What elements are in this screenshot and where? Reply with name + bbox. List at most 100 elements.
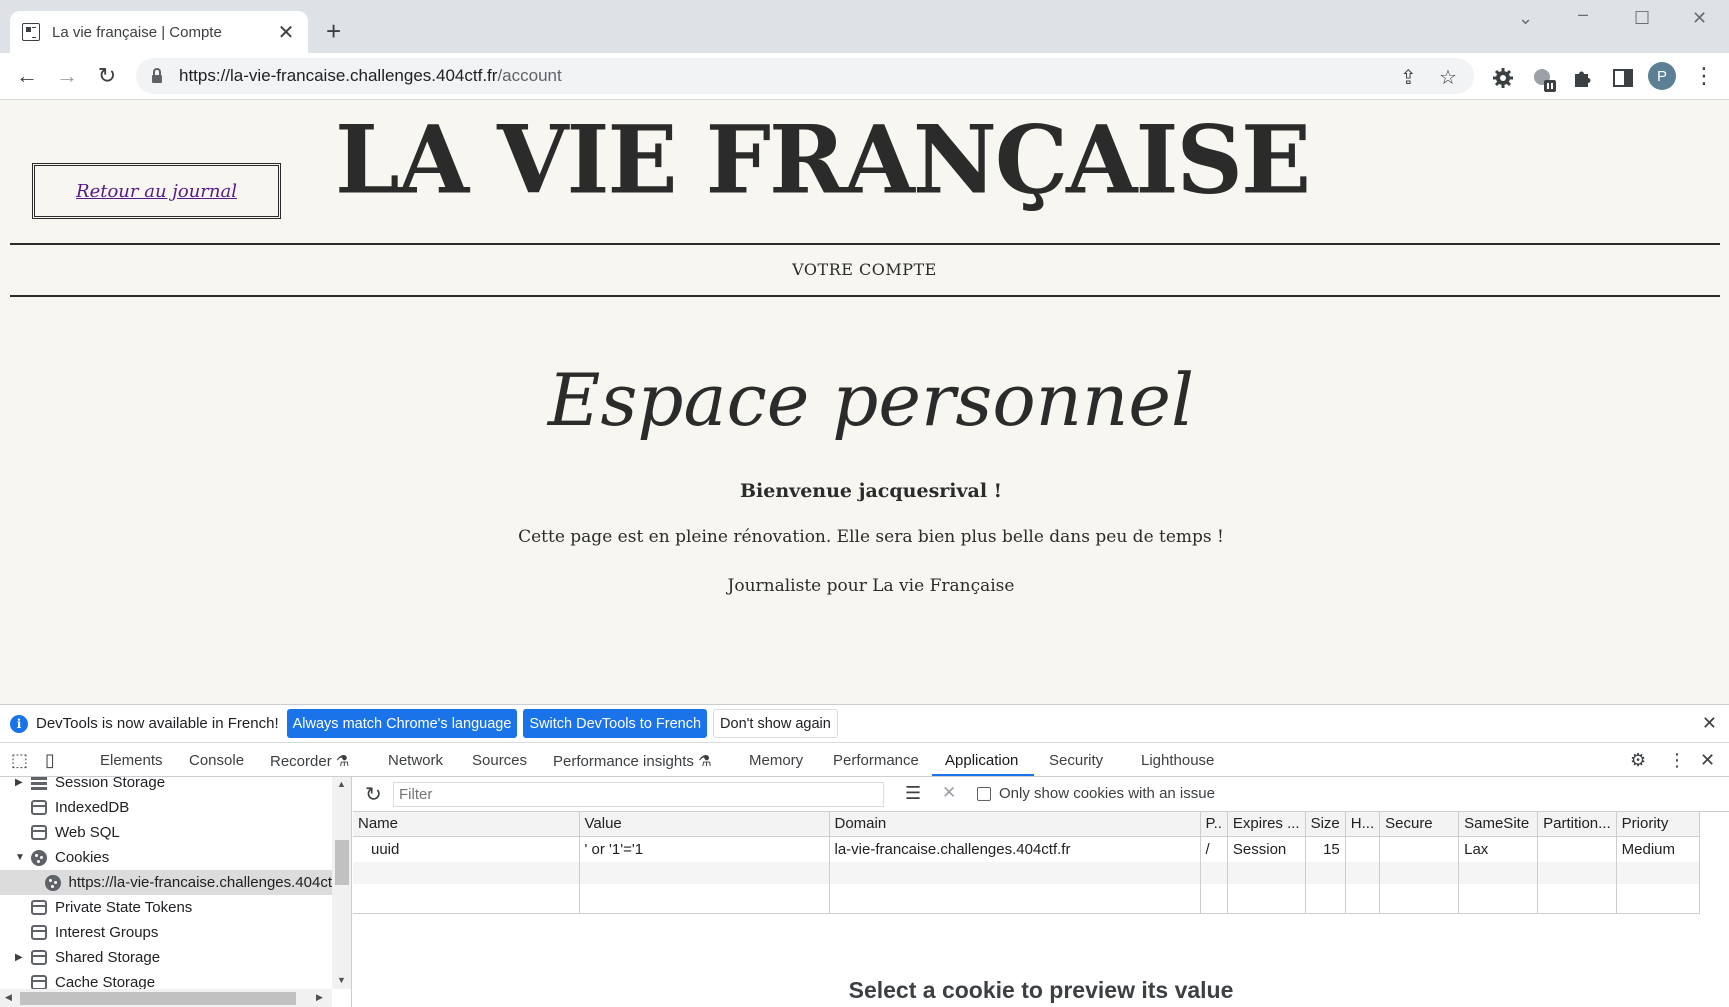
side-panel-icon[interactable] <box>1612 67 1634 89</box>
cell-priority[interactable]: Medium <box>1616 836 1700 862</box>
tab-application[interactable]: Application <box>945 752 1018 769</box>
address-bar[interactable]: https://la-vie-francaise.challenges.404c… <box>136 58 1474 94</box>
devtools-menu-icon[interactable]: ⋮ <box>1668 750 1686 771</box>
col-priority[interactable]: Priority <box>1616 812 1700 837</box>
dont-show-again-button[interactable]: Don't show again <box>713 709 838 738</box>
star-icon[interactable]: ☆ <box>1439 65 1457 90</box>
tab-sources[interactable]: Sources <box>472 752 527 769</box>
back-to-journal-box: Retour au journal <box>32 163 281 219</box>
clear-filtered-icon[interactable]: ☰ <box>905 783 921 804</box>
sidebar-item-private-state-tokens[interactable]: Private State Tokens <box>0 895 332 920</box>
always-match-language-button[interactable]: Always match Chrome's language <box>286 709 518 738</box>
cell-name[interactable]: uuid <box>353 836 580 862</box>
cell-domain[interactable]: la-vie-francaise.challenges.404ctf.fr <box>829 836 1201 862</box>
scroll-down-icon[interactable]: ▼ <box>337 975 346 985</box>
expand-caret-icon[interactable]: ▶ <box>15 952 27 963</box>
table-row[interactable]: uuid ' or '1'='1 la-vie-francaise.challe… <box>353 836 1700 862</box>
minimize-icon[interactable]: – <box>1578 4 1588 25</box>
tab-memory[interactable]: Memory <box>749 752 803 769</box>
forward-arrow-icon[interactable]: → <box>53 62 81 90</box>
refresh-icon[interactable]: ↻ <box>365 782 382 807</box>
tab-close-icon[interactable]: ✕ <box>276 20 296 45</box>
tab-recorder[interactable]: Recorder ⚗ <box>270 752 349 770</box>
new-tab-button[interactable]: + <box>326 18 341 44</box>
sidebar-item-cookie-origin[interactable]: https://la-vie-francaise.challenges.404c… <box>0 870 332 895</box>
scroll-left-icon[interactable]: ◀ <box>5 992 12 1003</box>
url-text: https://la-vie-francaise.challenges.404c… <box>179 66 562 85</box>
cookie-filter-input[interactable] <box>393 782 884 807</box>
newspaper-icon <box>22 23 40 41</box>
sidebar-item-web-sql[interactable]: Web SQL <box>0 820 332 845</box>
puzzle-icon[interactable] <box>1572 67 1594 89</box>
tab-performance[interactable]: Performance <box>833 752 919 769</box>
sidebar-item-session-storage[interactable]: ▶ Session Storage <box>0 777 332 795</box>
flask-icon: ⚗ <box>698 753 712 770</box>
info-icon: i <box>10 714 28 733</box>
database-icon <box>31 800 47 815</box>
col-expires[interactable]: Expires ... <box>1227 812 1306 837</box>
sidebar-item-indexeddb[interactable]: IndexedDB <box>0 795 332 820</box>
kebab-menu-icon[interactable]: ⋮ <box>1690 62 1718 90</box>
col-samesite[interactable]: SameSite <box>1458 812 1539 837</box>
col-partition[interactable]: Partition... <box>1537 812 1617 837</box>
col-path[interactable]: P.. <box>1200 812 1228 837</box>
scroll-up-icon[interactable]: ▲ <box>337 779 346 789</box>
cookie-icon <box>45 874 61 891</box>
reload-icon[interactable]: ↻ <box>93 62 121 90</box>
cell-samesite[interactable]: Lax <box>1458 836 1539 862</box>
col-size[interactable]: Size <box>1305 812 1346 837</box>
delete-selected-icon[interactable]: ✕ <box>942 783 956 803</box>
cell-value[interactable]: ' or '1'='1 <box>579 836 830 862</box>
inspect-element-icon[interactable]: ⬚ <box>11 750 28 771</box>
settings-gear-icon[interactable]: ⚙ <box>1630 750 1646 771</box>
devtools-tab-bar: ⬚ ▯ Elements Console Recorder ⚗ Network … <box>0 743 1729 777</box>
expand-caret-icon[interactable]: ▶ <box>15 777 27 788</box>
cell-expires[interactable]: Session <box>1227 836 1306 862</box>
window-close-icon[interactable]: ✕ <box>1692 8 1707 29</box>
device-toolbar-icon[interactable]: ▯ <box>45 750 55 771</box>
collapse-caret-icon[interactable]: ▼ <box>15 852 27 863</box>
col-name[interactable]: Name <box>353 812 580 837</box>
cell-secure[interactable] <box>1379 836 1460 862</box>
browser-tab[interactable]: La vie française | Compte ✕ <box>10 11 308 53</box>
col-domain[interactable]: Domain <box>829 812 1201 837</box>
tab-security[interactable]: Security <box>1049 752 1103 769</box>
back-to-journal-link[interactable]: Retour au journal <box>76 181 237 202</box>
cookie-preview-placeholder: Select a cookie to preview its value <box>848 977 1234 1003</box>
sidebar-item-interest-groups[interactable]: Interest Groups <box>0 920 332 945</box>
sidebar-item-shared-storage[interactable]: ▶ Shared Storage <box>0 945 332 970</box>
maximize-icon[interactable]: ☐ <box>1634 8 1650 29</box>
translate-extension-icon[interactable] <box>1532 67 1556 92</box>
switch-to-french-button[interactable]: Switch DevTools to French <box>523 709 708 738</box>
site-masthead: LA VIE FRANÇAISE <box>335 104 1311 216</box>
cell-httponly[interactable] <box>1345 836 1381 862</box>
share-icon[interactable]: ⇪ <box>1400 65 1417 90</box>
back-arrow-icon[interactable]: ← <box>13 62 41 90</box>
sidebar-horizontal-scrollbar[interactable]: ◀ ▶ <box>0 989 332 1007</box>
profile-avatar[interactable]: P <box>1648 62 1676 90</box>
tab-title: La vie française | Compte <box>52 23 222 41</box>
gear-extension-icon[interactable] <box>1492 67 1514 89</box>
tab-console[interactable]: Console <box>189 752 244 769</box>
tab-lighthouse[interactable]: Lighthouse <box>1141 752 1214 769</box>
cell-partition[interactable] <box>1537 836 1617 862</box>
tab-elements[interactable]: Elements <box>100 752 163 769</box>
storage-grid-icon <box>31 777 47 790</box>
col-value[interactable]: Value <box>579 812 830 837</box>
chevron-down-icon[interactable]: ⌄ <box>1518 8 1533 29</box>
scroll-right-icon[interactable]: ▶ <box>316 992 323 1003</box>
cell-size[interactable]: 15 <box>1305 836 1346 862</box>
cell-path[interactable]: / <box>1200 836 1228 862</box>
sidebar-scroll-thumb[interactable] <box>335 840 349 885</box>
page-heading: Espace personnel <box>547 358 1195 442</box>
col-httponly[interactable]: H... <box>1345 812 1381 837</box>
only-issue-checkbox[interactable] <box>977 787 991 801</box>
col-secure[interactable]: Secure <box>1379 812 1460 837</box>
tab-performance-insights[interactable]: Performance insights ⚗ <box>553 752 712 770</box>
sidebar-vertical-scrollbar[interactable]: ▲ ▼ <box>332 777 351 989</box>
tab-network[interactable]: Network <box>388 752 443 769</box>
sidebar-hscroll-thumb[interactable] <box>20 992 296 1005</box>
sidebar-item-cookies[interactable]: ▼ Cookies <box>0 845 332 870</box>
devtools-close-icon[interactable]: ✕ <box>1700 750 1715 771</box>
infobar-close-icon[interactable]: ✕ <box>1702 713 1717 734</box>
